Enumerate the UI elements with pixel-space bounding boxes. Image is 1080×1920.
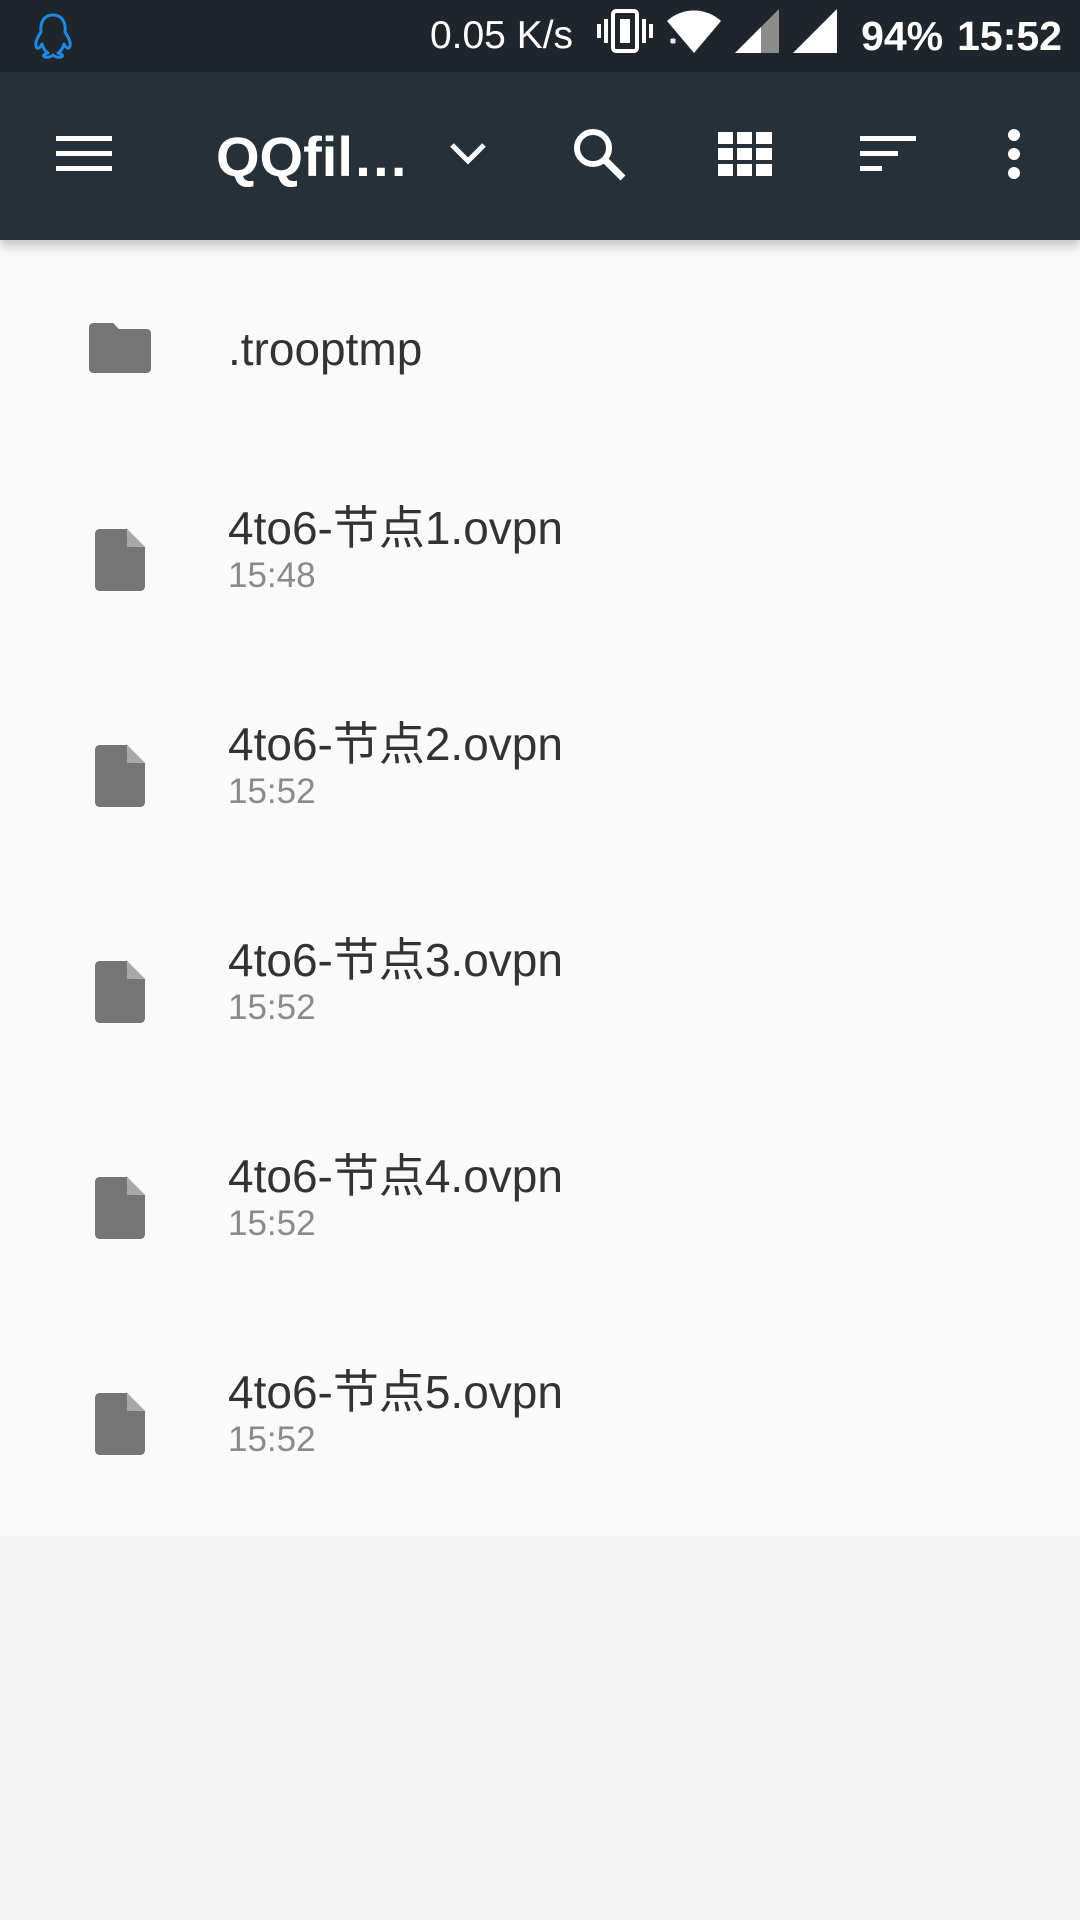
- search-icon: [571, 126, 627, 187]
- file-icon: [80, 952, 160, 1032]
- status-bar: 0.05 K/s 94% 15:52: [0, 0, 1080, 72]
- file-name: 4to6-节点4.ovpn: [228, 1150, 563, 1202]
- list-item-file[interactable]: 4to6-节点2.ovpn 15:52: [0, 674, 1080, 890]
- folder-selector[interactable]: QQfil…: [216, 106, 409, 206]
- file-modified-time: 15:48: [228, 556, 316, 595]
- qq-penguin-icon: [30, 12, 76, 60]
- folder-icon: [80, 308, 160, 388]
- app-toolbar: QQfil…: [0, 72, 1080, 240]
- file-list: .trooptmp 4to6-节点1.ovpn 15:48 4to6-节点2.o…: [0, 240, 1080, 1538]
- grid-view-button[interactable]: [695, 106, 795, 206]
- file-modified-time: 15:52: [228, 1204, 316, 1243]
- more-vert-icon: [1006, 128, 1022, 184]
- file-icon: [80, 736, 160, 816]
- file-modified-time: 15:52: [228, 1420, 316, 1459]
- empty-area: [0, 1536, 1080, 1920]
- chevron-down-icon: [448, 141, 488, 172]
- list-item-file[interactable]: 4to6-节点5.ovpn 15:52: [0, 1322, 1080, 1538]
- file-modified-time: 15:52: [228, 988, 316, 1027]
- file-name: 4to6-节点1.ovpn: [228, 502, 563, 554]
- status-indicators: 0.05 K/s 94% 15:52: [430, 0, 1062, 72]
- network-speed: 0.05 K/s: [429, 14, 574, 57]
- sort-icon: [860, 134, 916, 179]
- file-icon: [80, 1384, 160, 1464]
- file-icon: [80, 1168, 160, 1248]
- list-item-folder[interactable]: .trooptmp: [0, 240, 1080, 458]
- battery-level: 94%: [861, 12, 944, 59]
- file-name: 4to6-节点2.ovpn: [228, 718, 563, 770]
- status-clock: 15:52: [957, 12, 1062, 59]
- list-item-file[interactable]: 4to6-节点3.ovpn 15:52: [0, 890, 1080, 1106]
- signal-icon: [735, 9, 780, 63]
- folder-dropdown-button[interactable]: [418, 106, 518, 206]
- sort-button[interactable]: [838, 106, 938, 206]
- search-button[interactable]: [549, 106, 649, 206]
- menu-button[interactable]: [34, 106, 134, 206]
- list-item-file[interactable]: 4to6-节点1.ovpn 15:48: [0, 458, 1080, 674]
- wifi-icon: [667, 9, 722, 63]
- folder-title: QQfil…: [216, 124, 409, 188]
- file-modified-time: 15:52: [228, 772, 316, 811]
- vibrate-icon: [597, 9, 654, 63]
- menu-icon: [56, 134, 112, 179]
- file-name: .trooptmp: [228, 323, 423, 375]
- file-name: 4to6-节点5.ovpn: [228, 1366, 563, 1418]
- signal-icon: [793, 9, 838, 63]
- grid-view-icon: [718, 131, 772, 181]
- list-item-file[interactable]: 4to6-节点4.ovpn 15:52: [0, 1106, 1080, 1322]
- file-icon: [80, 520, 160, 600]
- file-name: 4to6-节点3.ovpn: [228, 934, 563, 986]
- more-options-button[interactable]: [964, 106, 1064, 206]
